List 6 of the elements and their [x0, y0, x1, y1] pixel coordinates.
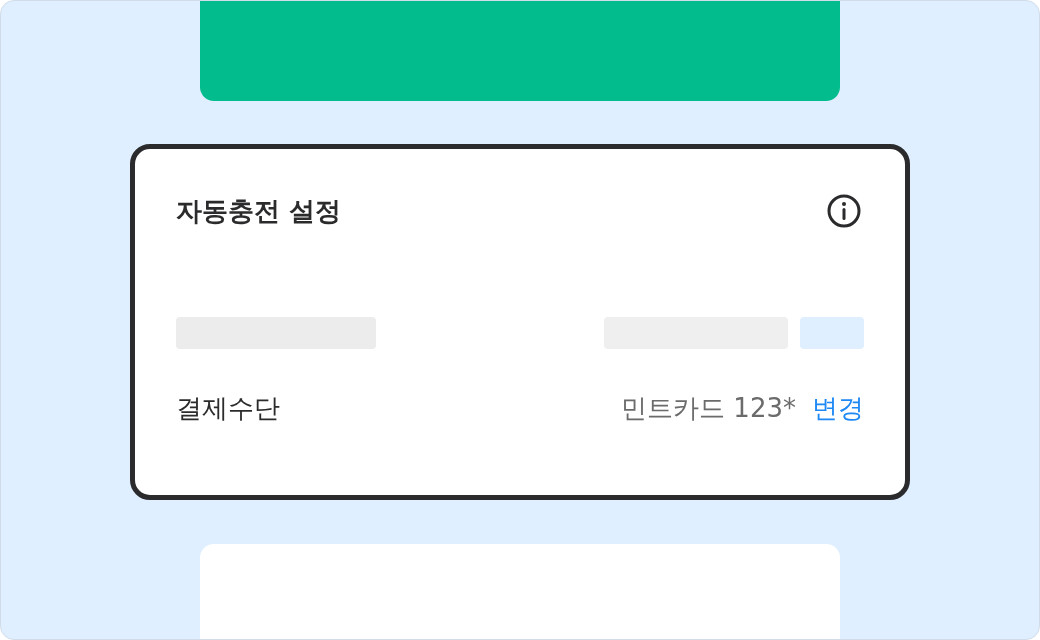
placeholder-bar: [800, 317, 864, 349]
change-link[interactable]: 변경: [812, 391, 864, 426]
payment-label: 결제수단: [176, 392, 280, 425]
card-title: 자동충전 설정: [176, 194, 342, 228]
payment-value: 민트카드 123*: [621, 392, 796, 425]
info-icon[interactable]: [826, 193, 862, 229]
